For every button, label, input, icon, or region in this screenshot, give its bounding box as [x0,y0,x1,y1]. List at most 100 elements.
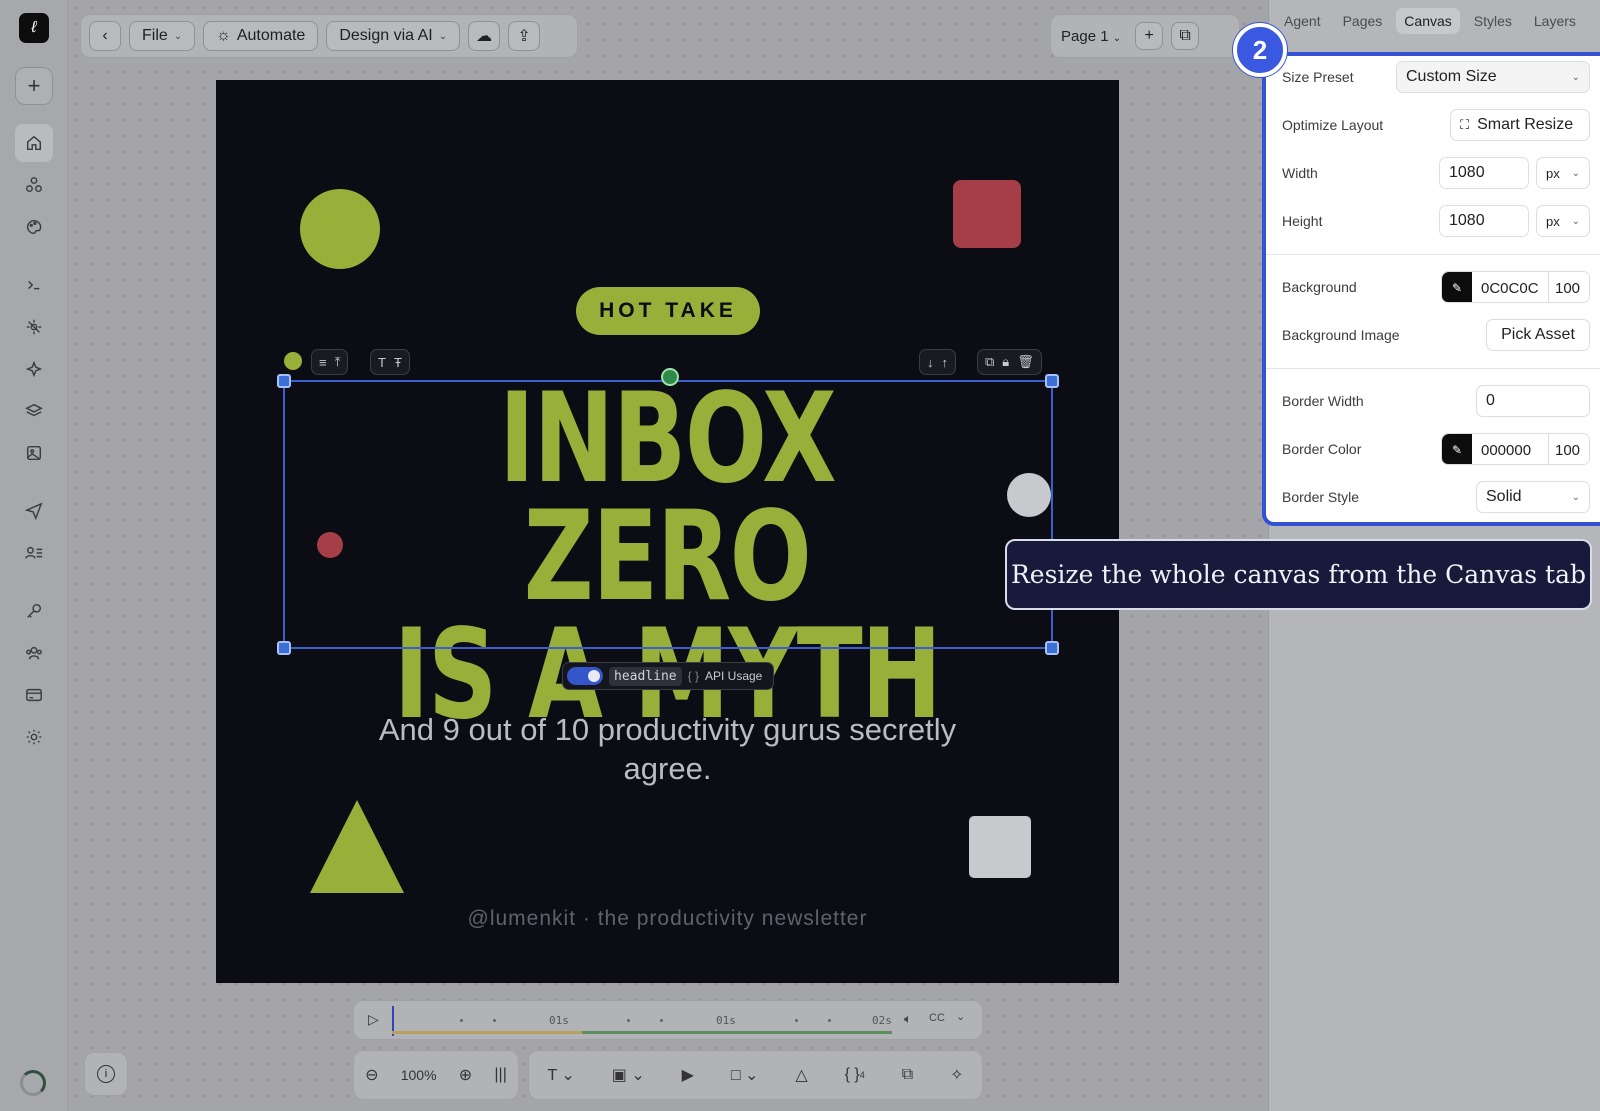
automate-icon: ☼ [216,27,231,44]
back-button[interactable]: ‹ [89,21,121,51]
shape-tool-icon[interactable]: □ ⌄ [731,1065,759,1085]
chevron-down-icon[interactable]: ⌄ [956,1010,965,1023]
automation-icon[interactable] [19,312,49,342]
timeline-track[interactable] [392,1031,892,1034]
components-icon[interactable] [19,170,49,200]
automate-label: Automate [236,27,306,44]
footer-credit-text[interactable]: @lumenkit · the productivity newsletter [366,907,969,931]
red-square-shape[interactable] [953,180,1021,248]
variables-count-badge: 4 [859,1070,865,1080]
audio-waveform-icon[interactable]: ||| [494,1066,506,1084]
duplicate-page-button[interactable]: ⧉ [1171,22,1200,50]
zoom-in-icon[interactable]: ⊕ [459,1065,472,1085]
add-page-button[interactable]: + [1135,22,1164,50]
background-image-label: Background Image [1282,327,1400,343]
copy-icon[interactable]: ⧉ [985,354,994,370]
elements-tool-icon[interactable]: △ [795,1065,807,1085]
element-actions-toolbar: ⧉ 🔒︎ 🗑︎ [977,349,1042,375]
width-input[interactable]: 1080 [1439,157,1529,189]
file-menu-button[interactable]: File ⌄ [129,21,196,51]
background-opacity-input[interactable]: 100 [1548,272,1589,302]
duplicate-icon: ⧉ [1179,27,1191,44]
tab-layers[interactable]: Layers [1526,8,1584,34]
text-tool-icon[interactable]: T ⌄ [547,1065,574,1085]
tab-canvas[interactable]: Canvas [1396,8,1460,34]
settings-gear-icon[interactable] [19,722,49,752]
variables-tool-icon[interactable]: { } 4 [845,1066,865,1084]
tab-agent[interactable]: Agent [1276,8,1329,34]
height-unit-select[interactable]: px ⌄ [1536,205,1590,237]
border-style-select[interactable]: Solid ⌄ [1476,481,1590,513]
home-icon[interactable] [15,124,53,162]
image-icon[interactable] [19,438,49,468]
border-eyedropper-icon[interactable]: ✎ [1442,434,1472,464]
layers-icon[interactable] [19,396,49,426]
captions-icon[interactable]: CC [929,1012,945,1024]
image-tool-icon[interactable]: ▣ ⌄ [612,1065,645,1085]
element-color-dot[interactable] [284,352,302,370]
contacts-icon[interactable] [19,538,49,568]
resize-handle-bottom-left[interactable] [277,641,291,655]
add-button[interactable]: + [15,67,53,105]
gray-square-shape[interactable] [969,816,1031,878]
trash-icon[interactable]: 🗑︎ [1017,354,1034,370]
subtitle-text[interactable]: And 9 out of 10 productivity gurus secre… [366,710,969,788]
chevron-down-icon: ⌄ [1571,215,1580,227]
hot-take-pill[interactable]: HOT TAKE [576,287,760,335]
size-preset-select[interactable]: Custom Size ⌄ [1396,61,1590,93]
automate-button[interactable]: ☼ Automate [203,21,319,51]
align-center-icon[interactable]: ≡ [319,355,327,370]
height-input[interactable]: 1080 [1439,205,1529,237]
info-button[interactable]: i [84,1052,128,1096]
key-icon[interactable] [19,596,49,626]
send-icon[interactable] [19,496,49,526]
tab-pages[interactable]: Pages [1335,8,1391,34]
design-via-ai-button[interactable]: Design via AI ⌄ [326,21,461,51]
green-triangle-shape[interactable] [310,800,404,893]
border-color-opacity-input[interactable]: 100 [1548,434,1589,464]
resize-handle-top-left[interactable] [277,374,291,388]
team-icon[interactable] [19,638,49,668]
background-eyedropper-icon[interactable]: ✎ [1442,272,1472,302]
background-hex-input[interactable]: 0C0C0C [1472,272,1548,302]
border-style-label: Border Style [1282,489,1360,505]
terminal-icon[interactable] [19,270,49,300]
align-top-icon[interactable]: ⤒ [335,354,341,370]
lock-icon[interactable]: 🔒︎ [1002,354,1009,370]
video-tool-icon[interactable]: ▶︎ [682,1065,694,1085]
resize-handle-top-right[interactable] [1045,374,1059,388]
green-circle-shape[interactable] [300,189,380,269]
text-style-icon[interactable]: Ŧ [394,355,402,370]
send-backward-icon[interactable]: ↓ [927,355,934,370]
cloud-icon: ☁ [476,28,493,45]
resize-handle-bottom-right[interactable] [1045,641,1059,655]
smart-resize-button[interactable]: ⛶ Smart Resize [1450,109,1590,141]
sparkle-icon[interactable] [19,354,49,384]
play-icon[interactable]: ▷ [368,1011,379,1028]
share-button[interactable]: ⇪ [508,21,541,51]
bring-forward-icon[interactable]: ↑ [942,355,949,370]
duplicate-tool-icon[interactable]: ⧉ [902,1066,913,1084]
zoom-toolbar: ⊖ 100% ⊕ ||| [353,1050,519,1100]
api-usage-link[interactable]: API Usage [705,669,762,683]
text-size-icon[interactable]: T [378,355,386,370]
pick-asset-button[interactable]: Pick Asset [1486,319,1590,351]
app-logo[interactable]: ℓ [19,13,49,43]
ai-magic-icon[interactable]: ✧ [950,1065,963,1085]
timeline-tick [660,1019,663,1022]
variable-toggle[interactable] [567,667,603,685]
rotate-handle[interactable] [661,368,679,386]
background-label: Background [1282,279,1357,295]
width-unit-select[interactable]: px ⌄ [1536,157,1590,189]
page-selector[interactable]: Page 1 ⌄ [1061,28,1121,45]
border-width-input[interactable]: 0 [1476,385,1590,417]
billing-icon[interactable] [19,680,49,710]
tab-styles[interactable]: Styles [1466,8,1520,34]
cloud-save-button[interactable]: ☁ [468,21,501,51]
zoom-level[interactable]: 100% [401,1067,437,1083]
zoom-out-icon[interactable]: ⊖ [365,1065,378,1085]
volume-icon[interactable]: 🔈︎ [904,1011,912,1027]
palette-icon[interactable] [19,212,49,242]
border-color-hex-input[interactable]: 000000 [1472,434,1548,464]
text-align-toolbar: ≡ ⤒ [311,349,349,375]
